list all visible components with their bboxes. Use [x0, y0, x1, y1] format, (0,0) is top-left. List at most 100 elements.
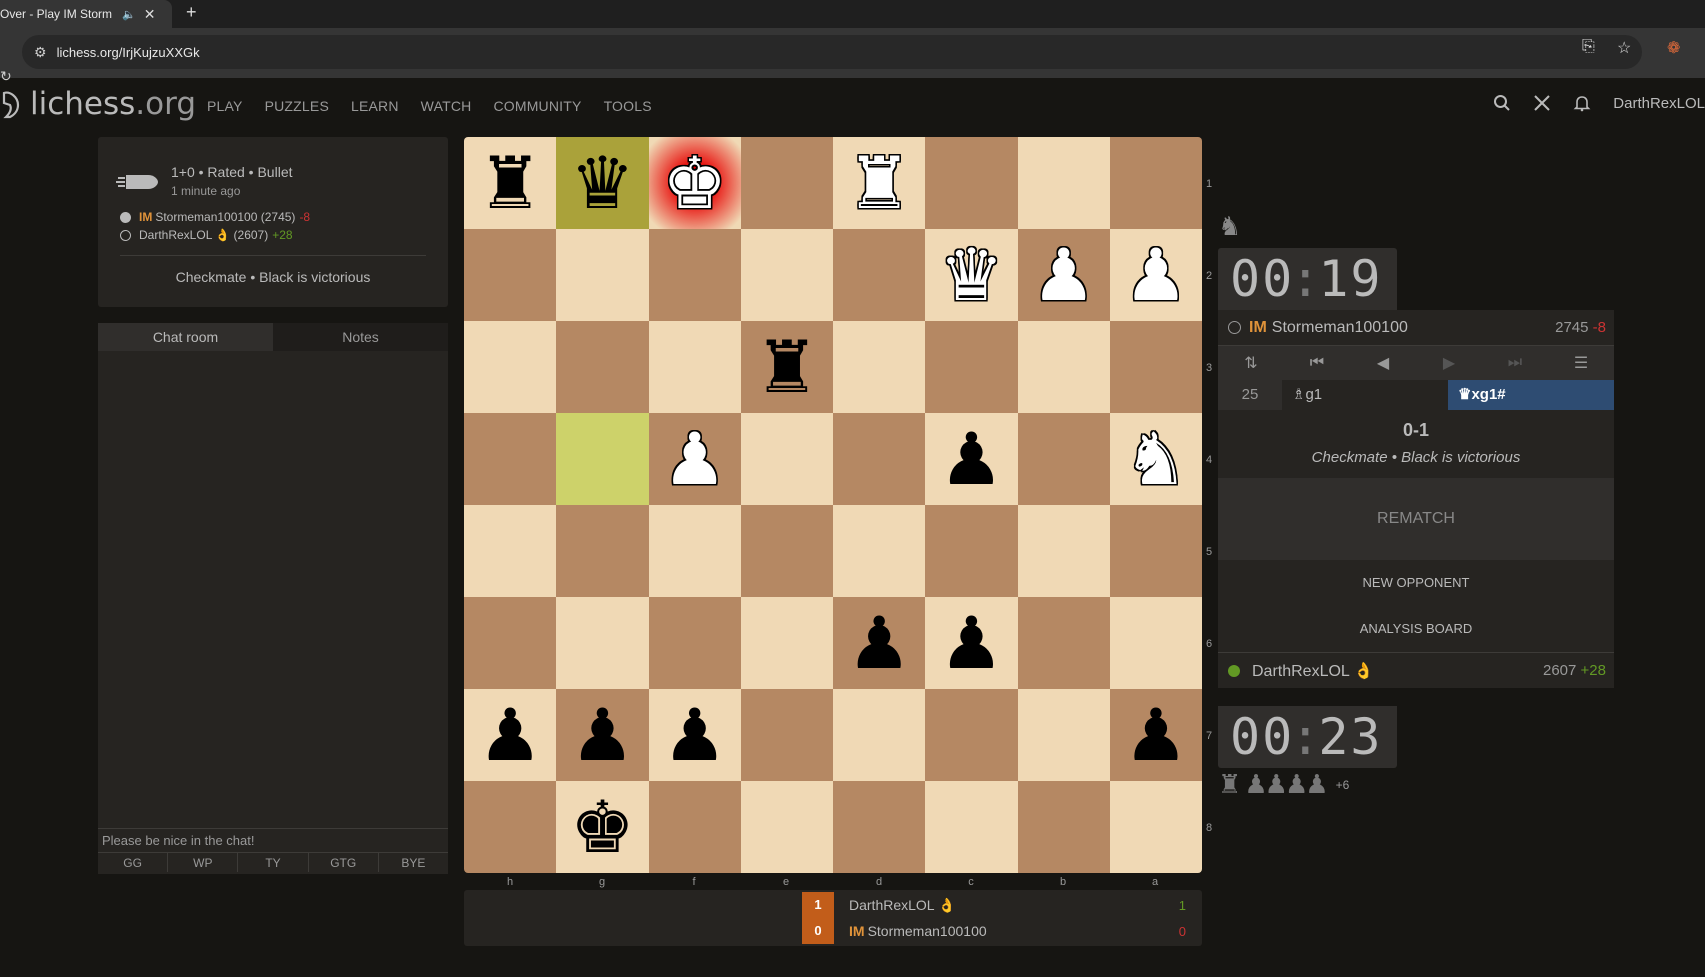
board-square[interactable]: ♜	[833, 137, 926, 229]
quick-reply-wp[interactable]: WP	[168, 853, 239, 872]
prev-move-icon[interactable]: ◀	[1350, 353, 1416, 373]
board-square[interactable]	[740, 505, 833, 597]
board-square[interactable]	[740, 597, 833, 689]
tab-notes[interactable]: Notes	[273, 323, 448, 351]
board-square[interactable]	[1017, 137, 1110, 229]
analysis-board-button[interactable]: ANALYSIS BOARD	[1218, 606, 1614, 652]
chess-piece[interactable]: ♛	[570, 147, 635, 219]
board-square[interactable]: ♛	[925, 229, 1018, 321]
nav-puzzles[interactable]: PUZZLES	[265, 98, 329, 114]
chess-piece[interactable]: ♟	[1124, 699, 1189, 771]
tab-chat-room[interactable]: Chat room	[98, 323, 273, 351]
board-square[interactable]	[556, 321, 649, 413]
white-player-row[interactable]: IM Stormeman100100 (2745) -8	[120, 210, 310, 224]
board-square[interactable]	[464, 413, 557, 505]
black-player-row[interactable]: DarthRexLOL 👌 (2607) +28	[120, 228, 293, 242]
board-square[interactable]	[833, 229, 926, 321]
board-square[interactable]	[556, 229, 649, 321]
board-square[interactable]	[648, 321, 741, 413]
chess-piece[interactable]: ♞	[1124, 423, 1189, 495]
install-app-icon[interactable]: ⎘	[1582, 38, 1595, 56]
site-settings-icon[interactable]: ⚙	[34, 44, 47, 61]
chess-piece[interactable]: ♟	[570, 699, 635, 771]
chess-piece[interactable]: ♟	[847, 607, 912, 679]
nav-play[interactable]: PLAY	[207, 98, 243, 114]
flip-board-icon[interactable]: ⇅	[1218, 353, 1284, 373]
board-square[interactable]	[648, 505, 741, 597]
board-square[interactable]	[464, 505, 557, 597]
board-square[interactable]	[464, 321, 557, 413]
first-move-icon[interactable]: ⏮	[1284, 354, 1350, 372]
board-square[interactable]: ♜	[740, 321, 833, 413]
board-square[interactable]	[925, 137, 1018, 229]
board-square[interactable]	[740, 781, 833, 873]
board-square[interactable]: ♟	[833, 597, 926, 689]
board-square[interactable]	[833, 781, 926, 873]
quick-reply-bye[interactable]: BYE	[379, 853, 448, 872]
board-square[interactable]	[1109, 781, 1202, 873]
board-square[interactable]	[925, 689, 1018, 781]
board-square[interactable]	[740, 229, 833, 321]
chess-piece[interactable]: ♟	[478, 699, 543, 771]
quick-reply-ty[interactable]: TY	[238, 853, 309, 872]
chess-piece[interactable]: ♛	[939, 239, 1004, 311]
new-opponent-button[interactable]: NEW OPPONENT	[1218, 560, 1614, 606]
board-square[interactable]	[648, 597, 741, 689]
board-square[interactable]	[556, 597, 649, 689]
me-row[interactable]: DarthRexLOL 👌 2607 +28	[1218, 652, 1614, 688]
board-square[interactable]: ♚	[556, 781, 649, 873]
chess-piece[interactable]: ♟	[662, 423, 727, 495]
opponent-row[interactable]: IM Stormeman100100 2745 -8	[1218, 310, 1614, 346]
board-square[interactable]	[833, 689, 926, 781]
board-square[interactable]: ♟	[1017, 229, 1110, 321]
board-square[interactable]	[648, 229, 741, 321]
board-square[interactable]	[925, 781, 1018, 873]
board-square[interactable]	[740, 689, 833, 781]
board-square[interactable]	[833, 505, 926, 597]
rematch-button[interactable]: REMATCH	[1218, 478, 1614, 560]
board-square[interactable]	[1109, 137, 1202, 229]
board-square[interactable]: ♟	[925, 413, 1018, 505]
board-square[interactable]	[1109, 321, 1202, 413]
board-square[interactable]	[464, 781, 557, 873]
board-square[interactable]	[925, 321, 1018, 413]
board-square[interactable]: ♟	[648, 689, 741, 781]
board-square[interactable]: ♟	[1109, 689, 1202, 781]
chess-piece[interactable]: ♟	[939, 607, 1004, 679]
close-tab-icon[interactable]: ✕	[144, 6, 156, 23]
nav-learn[interactable]: LEARN	[351, 98, 399, 114]
board-square[interactable]	[740, 137, 833, 229]
chess-piece[interactable]: ♟	[1031, 239, 1096, 311]
board-square[interactable]	[1109, 505, 1202, 597]
match-row-black[interactable]: 1 DarthRexLOL 👌 1	[802, 892, 1202, 918]
board-square[interactable]	[1109, 597, 1202, 689]
board-square[interactable]	[1017, 597, 1110, 689]
quick-reply-gtg[interactable]: GTG	[309, 853, 379, 872]
board-square[interactable]: ♚	[648, 137, 741, 229]
user-menu[interactable]: DarthRexLOL	[1613, 95, 1705, 112]
move-white[interactable]: ♗g1	[1282, 380, 1448, 410]
chat-input[interactable]: Please be nice in the chat!	[98, 828, 448, 852]
board-square[interactable]	[925, 505, 1018, 597]
board-square[interactable]: ♟	[464, 689, 557, 781]
board-square[interactable]	[740, 413, 833, 505]
board-square[interactable]	[1017, 413, 1110, 505]
last-move-icon[interactable]: ⏭	[1482, 354, 1548, 372]
notification-bell-icon[interactable]	[1573, 94, 1591, 112]
nav-watch[interactable]: WATCH	[421, 98, 472, 114]
board-square[interactable]	[833, 413, 926, 505]
board-square[interactable]	[556, 505, 649, 597]
chess-piece[interactable]: ♚	[570, 791, 635, 863]
board-square[interactable]: ♛	[556, 137, 649, 229]
lichess-logo[interactable]: lichess.org	[0, 86, 196, 122]
nav-tools[interactable]: TOOLS	[604, 98, 652, 114]
search-icon[interactable]	[1493, 94, 1511, 112]
bookmark-star-icon[interactable]: ☆	[1617, 38, 1631, 58]
chess-piece[interactable]: ♜	[478, 147, 543, 219]
browser-tab[interactable]: e Over - Play IM Storm 🔈 ✕	[0, 0, 172, 28]
chess-piece[interactable]: ♜	[847, 147, 912, 219]
quick-reply-gg[interactable]: GG	[98, 853, 169, 872]
chess-piece[interactable]: ♟	[939, 423, 1004, 495]
board-square[interactable]	[1017, 689, 1110, 781]
board-square[interactable]	[464, 597, 557, 689]
